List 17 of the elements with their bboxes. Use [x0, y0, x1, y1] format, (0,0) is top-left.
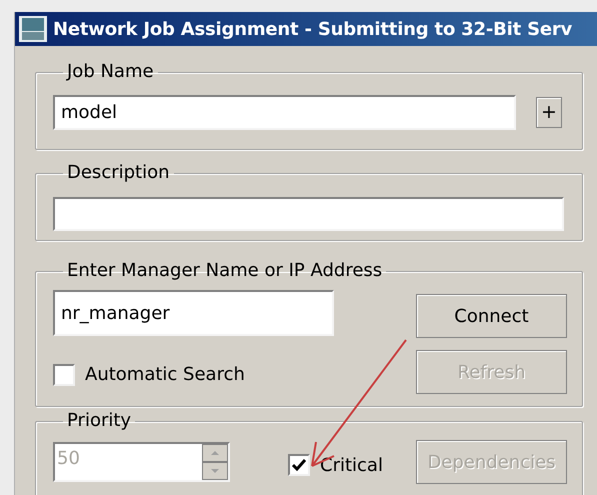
checkbox[interactable] — [53, 364, 75, 386]
checkbox-label: Automatic Search — [85, 363, 245, 387]
group-label: Description — [66, 162, 171, 184]
checkbox-label: Critical — [320, 454, 383, 478]
job-name-field[interactable]: model — [53, 95, 516, 130]
description-field[interactable] — [53, 197, 564, 231]
group-label: Priority — [66, 410, 132, 432]
manager-field[interactable]: nr_manager — [53, 290, 334, 336]
down-arrow-icon — [211, 469, 219, 473]
checkmark-icon — [292, 459, 306, 471]
up-arrow-icon — [211, 451, 219, 455]
window-title: Network Job Assignment - Submitting to 32-Bit Serv — [53, 18, 572, 42]
group-label: Enter Manager Name or IP Address — [66, 260, 384, 282]
action-button[interactable]: Connect — [416, 294, 567, 338]
add-button[interactable]: + — [536, 97, 562, 128]
group-label: Job Name — [65, 61, 155, 83]
app-logo-icon — [19, 16, 47, 42]
